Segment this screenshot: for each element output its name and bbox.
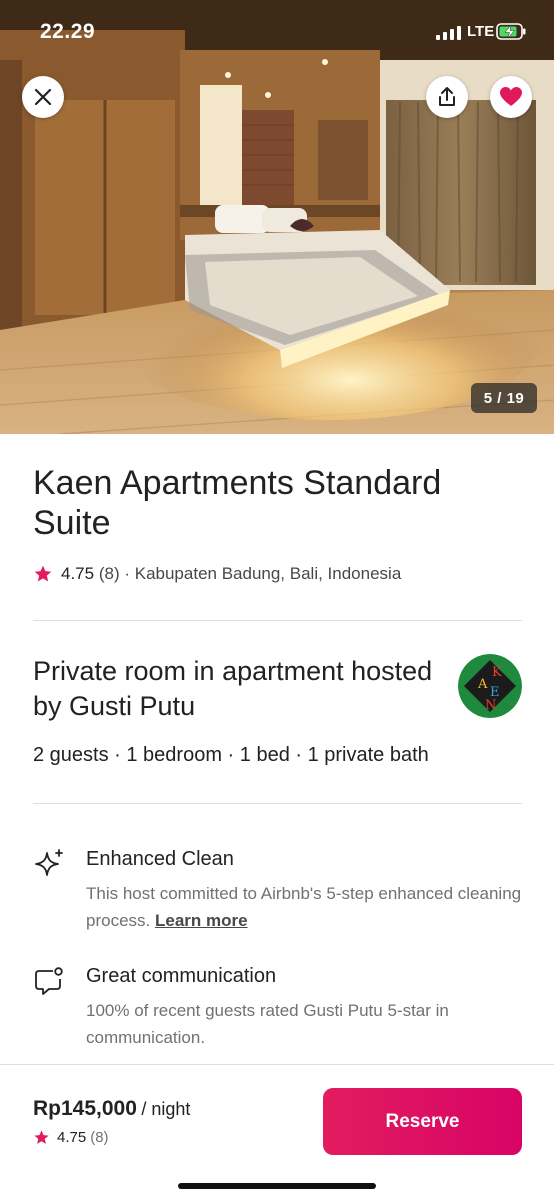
star-icon: [34, 565, 52, 582]
price-row: Rp145,000 / night: [33, 1097, 190, 1121]
feature-title: Enhanced Clean: [86, 848, 234, 870]
bedroom-photo: [0, 0, 554, 434]
divider: [33, 620, 522, 621]
room-summary: 2 guests · 1 bedroom · 1 bed · 1 private…: [33, 744, 429, 766]
host-avatar[interactable]: K A E N: [458, 654, 522, 718]
battery-charging-icon: [496, 23, 526, 40]
close-button[interactable]: [22, 76, 64, 118]
nightly-price: Rp145,000: [33, 1097, 137, 1120]
feature-description-text: This host committed to Airbnb's 5-step e…: [86, 884, 522, 930]
chat-bubble-icon: [35, 967, 63, 995]
listing-rating-location: 4.75 (8) · Kabupaten Badung, Bali, Indon…: [33, 564, 401, 584]
close-icon: [34, 88, 52, 106]
booking-bar: Rp145,000 / night 4.75 (8) Reserve: [0, 1064, 554, 1200]
save-to-wishlist-button[interactable]: [490, 76, 532, 118]
learn-more-link[interactable]: Learn more: [155, 911, 248, 930]
rating-value: 4.75: [61, 564, 95, 583]
divider: [33, 803, 522, 804]
photo-counter: 5 / 19: [471, 383, 537, 413]
listing-title: Kaen Apartments Standard Suite: [33, 464, 442, 542]
logo-letter-a: A: [477, 677, 488, 692]
network-label: LTE: [467, 23, 495, 40]
home-indicator[interactable]: [178, 1183, 376, 1189]
reserve-button[interactable]: Reserve: [323, 1088, 522, 1155]
heart-icon: [500, 87, 522, 106]
status-time: 22.29: [40, 20, 96, 43]
share-icon: [439, 87, 455, 106]
signal-icon: [436, 26, 461, 40]
share-button[interactable]: [426, 76, 468, 118]
review-count[interactable]: (8): [99, 564, 120, 584]
feature-description: 100% of recent guests rated Gusti Putu 5…: [86, 1001, 449, 1047]
location-text: · Kabupaten Badung, Bali, Indonesia: [124, 564, 402, 583]
feature-description: This host committed to Airbnb's 5-step e…: [86, 880, 526, 934]
logo-letter-n: N: [485, 698, 496, 713]
booking-rating[interactable]: 4.75 (8): [33, 1129, 109, 1146]
review-count: (8): [90, 1129, 109, 1146]
kaen-logo: K A E N: [458, 654, 522, 718]
sparkle-icon: [35, 849, 63, 876]
rating-value: 4.75: [57, 1129, 87, 1146]
logo-letter-k: K: [492, 665, 502, 680]
star-icon: [34, 1130, 49, 1144]
host-heading: Private room in apartment hosted by Gust…: [33, 656, 433, 721]
price-unit: / night: [141, 1099, 191, 1119]
status-bar: 22.29 LTE: [0, 18, 554, 48]
listing-photo[interactable]: 22.29 LTE 5 / 19: [0, 0, 554, 434]
feature-title: Great communication: [86, 965, 277, 987]
